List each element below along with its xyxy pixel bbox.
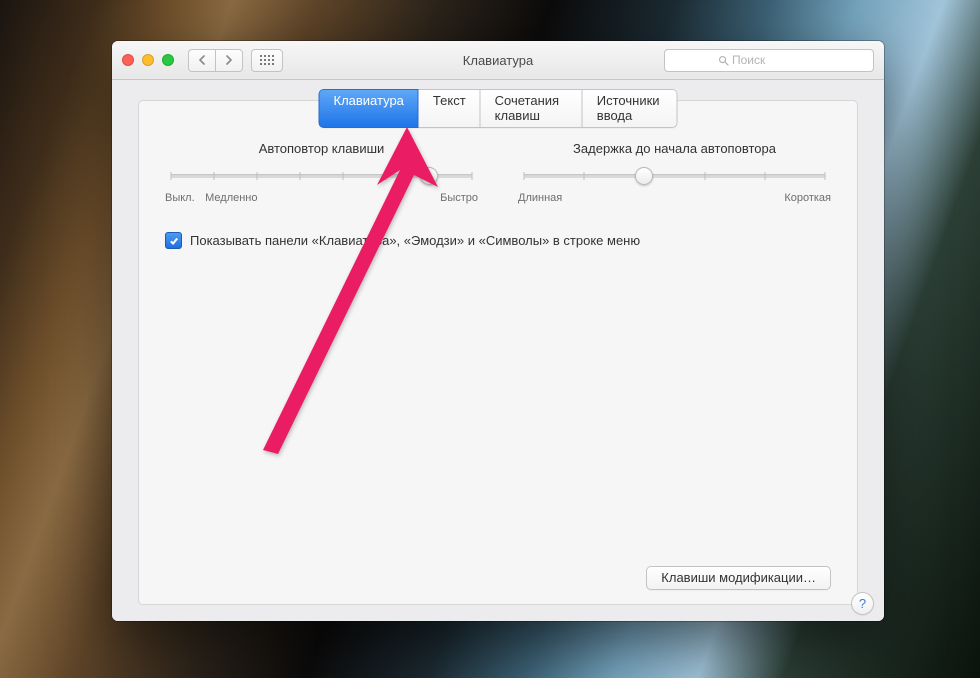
help-button[interactable]: ?: [851, 592, 874, 615]
inner-panel: Клавиатура Текст Сочетания клавиш Источн…: [138, 100, 858, 605]
show-panels-checkbox[interactable]: [165, 232, 182, 249]
tab-shortcuts[interactable]: Сочетания клавиш: [481, 89, 583, 128]
forward-button[interactable]: [215, 49, 243, 72]
key-repeat-slow-label: Медленно: [205, 192, 257, 204]
tab-bar: Клавиатура Текст Сочетания клавиш Источн…: [319, 89, 678, 128]
close-icon[interactable]: [122, 54, 134, 66]
search-input[interactable]: [664, 49, 874, 72]
window-controls: [122, 54, 174, 66]
zoom-icon[interactable]: [162, 54, 174, 66]
key-repeat-fast-label: Быстро: [440, 192, 478, 204]
modifier-keys-button[interactable]: Клавиши модификации…: [646, 566, 831, 590]
show-all-button[interactable]: [251, 49, 283, 72]
bottom-row: Клавиши модификации…: [165, 566, 831, 590]
sliders-row: Автоповтор клавиши Выкл. Медленно Быстро…: [165, 141, 831, 204]
key-repeat-slider[interactable]: [171, 166, 472, 186]
back-button[interactable]: [188, 49, 215, 72]
delay-tick-labels: Длинная Короткая: [518, 192, 831, 204]
key-repeat-off-label: Выкл.: [165, 192, 195, 204]
grid-icon: [260, 55, 274, 65]
key-repeat-block: Автоповтор клавиши Выкл. Медленно Быстро: [165, 141, 478, 204]
delay-slider[interactable]: [524, 166, 825, 186]
titlebar: Клавиатура Поиск: [112, 41, 884, 80]
content-area: Клавиатура Текст Сочетания клавиш Источн…: [112, 80, 884, 621]
nav-back-forward: [188, 49, 243, 72]
delay-block: Задержка до начала автоповтора Длинная К…: [518, 141, 831, 204]
delay-track-knob[interactable]: [635, 167, 653, 185]
key-repeat-label: Автоповтор клавиши: [165, 141, 478, 156]
search-field-wrap: Поиск: [664, 49, 874, 72]
delay-label: Задержка до начала автоповтора: [518, 141, 831, 156]
tab-keyboard[interactable]: Клавиатура: [319, 89, 419, 128]
checkmark-icon: [169, 236, 179, 246]
repeat-track-knob[interactable]: [420, 167, 438, 185]
show-panels-checkbox-row: Показывать панели «Клавиатура», «Эмодзи»…: [165, 232, 831, 249]
delay-short-label: Короткая: [784, 192, 831, 204]
minimize-icon[interactable]: [142, 54, 154, 66]
delay-long-label: Длинная: [518, 192, 562, 204]
chevron-right-icon: [225, 55, 233, 65]
preferences-window: Клавиатура Поиск Клавиатура Текст Сочета…: [112, 41, 884, 621]
tab-input-sources[interactable]: Источники ввода: [583, 89, 678, 128]
tab-text[interactable]: Текст: [419, 89, 481, 128]
chevron-left-icon: [198, 55, 206, 65]
show-panels-checkbox-label: Показывать панели «Клавиатура», «Эмодзи»…: [190, 233, 640, 248]
key-repeat-tick-labels: Выкл. Медленно Быстро: [165, 192, 478, 204]
